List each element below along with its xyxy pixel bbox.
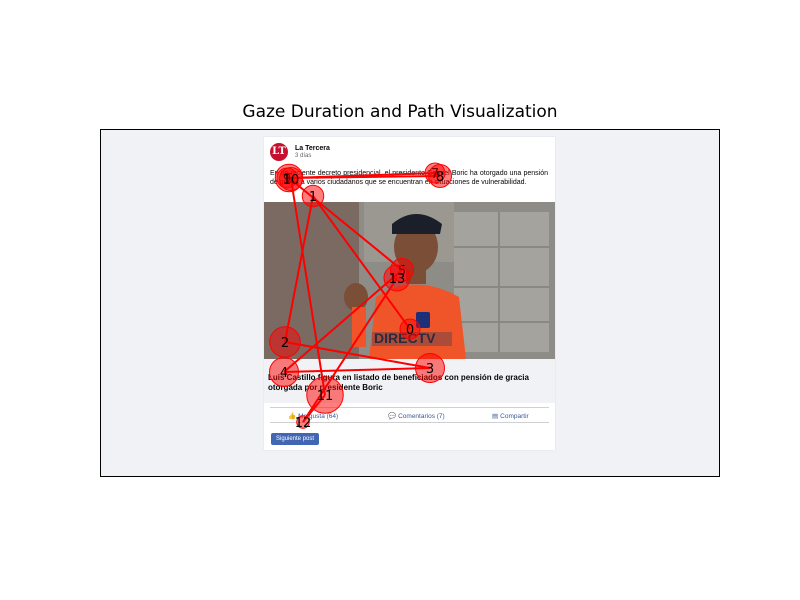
gaze-path-segment	[283, 269, 403, 373]
gaze-fixation-label: 0	[406, 323, 414, 338]
gaze-fixation-label: 2	[281, 336, 289, 351]
gaze-fixation-label: 8	[436, 170, 444, 185]
gaze-path-group	[283, 172, 441, 423]
gaze-path-segment	[284, 341, 431, 369]
gaze-point-group: 012345678910111213	[269, 162, 452, 431]
gaze-path-segment	[284, 195, 314, 343]
gaze-fixation-label: 3	[426, 362, 434, 377]
gaze-fixation-label: 13	[389, 272, 406, 287]
gaze-fixation-label: 11	[317, 389, 334, 404]
gaze-fixation-label: 4	[280, 366, 288, 381]
gaze-fixation-label: 12	[295, 416, 312, 431]
gaze-fixation-label: 1	[309, 190, 317, 205]
gaze-path-segment	[283, 367, 431, 373]
gaze-overlay: 012345678910111213	[269, 162, 452, 431]
gaze-fixation-label: 10	[283, 173, 300, 188]
